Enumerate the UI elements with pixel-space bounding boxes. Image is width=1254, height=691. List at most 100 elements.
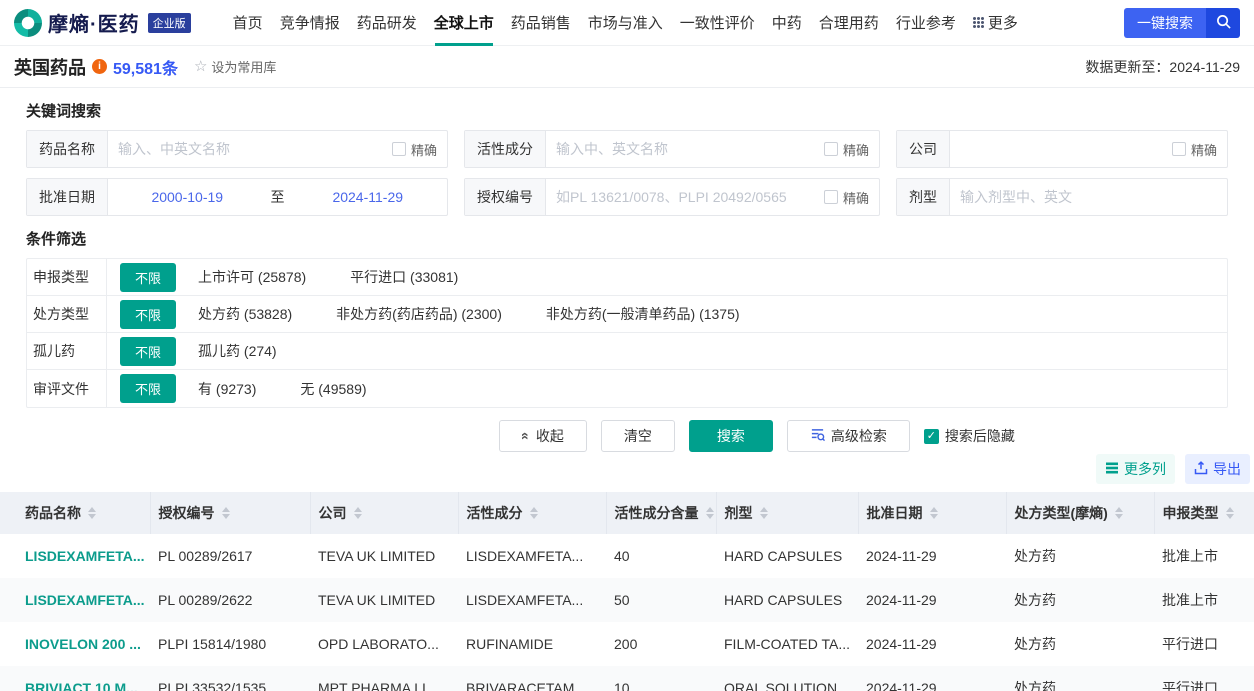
filter-any-button[interactable]: 不限 <box>120 262 177 292</box>
filter-any-button[interactable]: 不限 <box>120 374 177 403</box>
drug-name-link[interactable]: LISDEXAMFETA... <box>0 534 150 578</box>
advanced-search-button[interactable]: 高级检索 <box>786 420 910 452</box>
auth-no-input[interactable] <box>546 189 824 205</box>
hide-after-search-checkbox[interactable]: ✓ 搜索后隐藏 <box>923 426 1015 446</box>
result-count: 59,581条 <box>113 60 178 78</box>
sort-icon[interactable] <box>929 507 938 519</box>
more-columns-button[interactable]: 更多列 <box>1096 454 1175 484</box>
info-icon[interactable]: i <box>92 59 107 74</box>
table-cell: HARD CAPSULES <box>724 592 843 608</box>
nav-item-4[interactable]: 全球上市 <box>434 0 494 46</box>
date-from-input[interactable] <box>108 189 267 205</box>
column-header-label: 处方类型(摩熵) <box>1014 505 1108 521</box>
column-header[interactable]: 处方类型(摩熵) <box>1006 492 1155 534</box>
nav-item-8[interactable]: 中药 <box>772 0 802 46</box>
sort-icon[interactable] <box>529 507 538 519</box>
more-grid-icon <box>972 17 984 28</box>
sort-icon[interactable] <box>759 507 768 519</box>
column-header[interactable]: 活性成分含量 <box>606 492 717 534</box>
nav-item-label: 竞争情报 <box>279 15 340 32</box>
drug-name-link[interactable]: LISDEXAMFETA... <box>0 578 150 622</box>
set-favorite-button[interactable]: ☆ 设为常用库 <box>194 57 276 76</box>
ingredient-input[interactable] <box>546 141 824 157</box>
export-label: 导出 <box>1213 461 1241 477</box>
column-header[interactable]: 批准日期 <box>858 492 1007 534</box>
table-cell: 2024-11-29 <box>866 680 937 691</box>
filter-options: 不限 有 (9273) 无 (49589) <box>107 374 1227 403</box>
nav-item-3[interactable]: 药品研发 <box>357 0 417 46</box>
logo[interactable]: 摩熵·医药 企业版 <box>14 8 191 37</box>
quick-search-button[interactable]: 一键搜索 <box>1124 7 1206 38</box>
filter-option[interactable]: 非处方药(一般清单药品) (1375) <box>546 304 740 324</box>
nav-item-label: 中药 <box>771 15 802 32</box>
nav-item-1[interactable]: 首页 <box>233 0 263 46</box>
nav-item-label: 全球上市 <box>433 15 494 32</box>
drug-name-exact[interactable]: 精确 <box>391 140 447 159</box>
column-header-label: 活性成分含量 <box>614 505 699 521</box>
sort-icon[interactable] <box>705 507 714 519</box>
sort-icon[interactable] <box>353 507 362 519</box>
sort-icon[interactable] <box>221 507 230 519</box>
filter-option[interactable]: 平行进口 (33081) <box>350 267 458 287</box>
nav-item-9[interactable]: 合理用药 <box>819 0 879 46</box>
table-cell: 处方药 <box>1014 548 1056 564</box>
advanced-search-icon <box>810 427 825 445</box>
drug-name-input[interactable] <box>108 141 392 157</box>
exact-checkbox[interactable] <box>1171 142 1186 156</box>
filter-option[interactable]: 上市许可 (25878) <box>198 267 306 287</box>
nav-item-2[interactable]: 竞争情报 <box>280 0 340 46</box>
collapse-button[interactable]: « 收起 <box>499 420 587 452</box>
filter-any-button[interactable]: 不限 <box>120 336 177 366</box>
nav-item-6[interactable]: 市场与准入 <box>588 0 663 46</box>
drug-name-link[interactable]: INOVELON 200 ... <box>0 622 150 666</box>
exact-checkbox[interactable] <box>823 190 838 204</box>
column-header[interactable]: 授权编号 <box>150 492 311 534</box>
ingredient-exact[interactable]: 精确 <box>823 140 879 159</box>
drug-name-link[interactable]: BRIVIACT 10 M... <box>0 666 150 691</box>
column-header-label: 药品名称 <box>25 505 81 521</box>
export-button[interactable]: 导出 <box>1185 454 1250 484</box>
nav-item-label: 药品销售 <box>510 15 571 32</box>
nav-item-5[interactable]: 药品销售 <box>511 0 571 46</box>
sort-icon[interactable] <box>88 507 96 519</box>
nav-item-7[interactable]: 一致性评价 <box>680 0 755 46</box>
data-updated-label: 数据更新至：2024-11-29 <box>1085 58 1240 75</box>
nav-item-11[interactable]: 更多 <box>972 0 1018 46</box>
auth-no-exact[interactable]: 精确 <box>823 188 879 207</box>
table-cell: PLPI 33532/1535 <box>158 680 267 691</box>
table-cell: 批准上市 <box>1162 592 1218 608</box>
table-row[interactable]: INOVELON 200 ... PLPI 15814/1980 OPD LABOR… <box>0 622 1254 666</box>
sort-icon[interactable] <box>1225 507 1234 519</box>
filter-option[interactable]: 有 (9273) <box>198 379 256 399</box>
keyword-section-title: 关键词搜索 <box>26 103 102 120</box>
exact-checkbox[interactable] <box>823 142 838 156</box>
filter-option[interactable]: 处方药 (53828) <box>198 304 292 324</box>
company-input[interactable] <box>950 141 1172 157</box>
filter-option[interactable]: 孤儿药 (274) <box>198 341 277 361</box>
exact-label: 精确 <box>842 190 869 206</box>
results-tbody: LISDEXAMFETA... PL 00289/2617 TEVA UK LIMI… <box>0 534 1254 691</box>
table-row[interactable]: LISDEXAMFETA... PL 00289/2622 TEVA UK LIMI… <box>0 578 1254 622</box>
dosage-form-label: 剂型 <box>897 179 950 215</box>
table-cell: 2024-11-29 <box>866 548 937 564</box>
clear-button[interactable]: 清空 <box>600 420 675 452</box>
search-icon-button[interactable] <box>1206 7 1240 38</box>
column-header[interactable]: 申报类型 <box>1154 492 1254 534</box>
nav-item-10[interactable]: 行业参考 <box>896 0 956 46</box>
table-row[interactable]: LISDEXAMFETA... PL 00289/2617 TEVA UK LIMI… <box>0 534 1254 578</box>
column-header[interactable]: 剂型 <box>716 492 859 534</box>
filter-option[interactable]: 非处方药(药店药品) (2300) <box>336 304 502 324</box>
search-button[interactable]: 搜索 <box>688 420 773 452</box>
table-row[interactable]: BRIVIACT 10 M... PLPI 33532/1535 MPT PHARM… <box>0 666 1254 691</box>
column-header[interactable]: 药品名称 <box>0 492 151 534</box>
filter-any-button[interactable]: 不限 <box>120 299 177 329</box>
sort-icon[interactable] <box>1114 507 1123 519</box>
table-cell: PLPI 15814/1980 <box>158 636 267 652</box>
company-exact[interactable]: 精确 <box>1171 140 1227 159</box>
column-header[interactable]: 公司 <box>310 492 459 534</box>
date-to-input[interactable] <box>288 189 447 205</box>
column-header[interactable]: 活性成分 <box>458 492 607 534</box>
dosage-form-input[interactable] <box>950 189 1227 205</box>
exact-checkbox[interactable] <box>391 142 406 156</box>
filter-option[interactable]: 无 (49589) <box>300 379 366 399</box>
